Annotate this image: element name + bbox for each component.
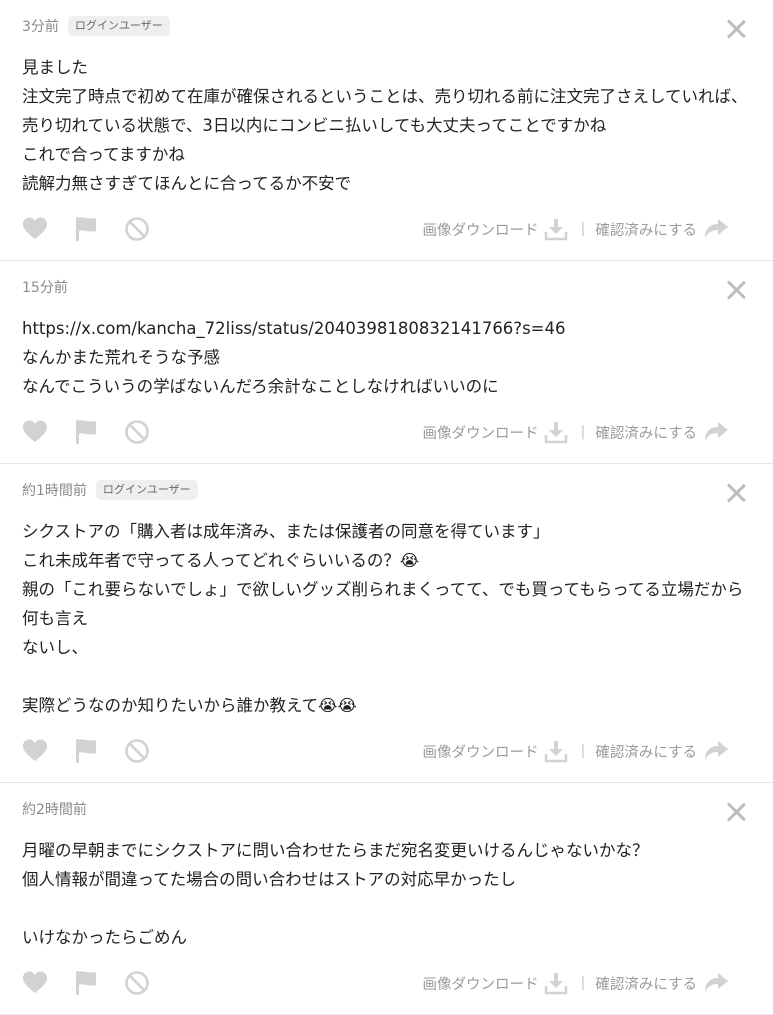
divider: |	[580, 221, 586, 237]
divider: |	[580, 424, 586, 440]
comment-text-line: 読解力無さすぎてほんとに合ってるか不安で	[22, 174, 352, 193]
mark-confirmed-link[interactable]: 確認済みにする	[595, 741, 697, 762]
comment-card: 約2時間前 月曜の早朝までにシクストアに問い合わせたらまだ宛名変更いけるんじゃな…	[0, 783, 773, 1015]
heart-icon[interactable]	[22, 970, 48, 996]
heart-icon[interactable]	[22, 419, 48, 445]
close-icon[interactable]	[725, 18, 747, 40]
comment-text-line: これで合ってますかね	[22, 145, 185, 164]
timestamp: 15分前	[22, 280, 68, 296]
comment-text-line	[22, 662, 751, 691]
download-image-link[interactable]: 画像ダウンロード	[422, 422, 538, 443]
block-icon[interactable]	[124, 419, 150, 445]
block-icon[interactable]	[124, 738, 150, 764]
comment-text-line: 売り切れている状態で、3日以内にコンビニ払いしても大丈夫ってことですかね	[22, 116, 607, 135]
close-icon[interactable]	[725, 801, 747, 823]
comment-meta: 3分前 ログインユーザー	[22, 15, 751, 37]
forward-arrow-icon[interactable]	[703, 972, 729, 994]
action-links: 画像ダウンロード | 確認済みにする	[422, 720, 729, 782]
comment-text-line	[22, 894, 751, 923]
block-icon[interactable]	[124, 970, 150, 996]
comment-text-line: 見ました	[22, 58, 88, 77]
divider: |	[580, 975, 586, 991]
timestamp: 約2時間前	[22, 802, 87, 818]
download-icon[interactable]	[544, 971, 568, 995]
flag-icon[interactable]	[73, 970, 99, 996]
action-links: 画像ダウンロード | 確認済みにする	[422, 198, 729, 260]
action-links: 画像ダウンロード | 確認済みにする	[422, 401, 729, 463]
heart-icon[interactable]	[22, 216, 48, 242]
comment-body: 月曜の早朝までにシクストアに問い合わせたらまだ宛名変更いけるんじゃないかな？ 個人…	[22, 836, 751, 952]
comment-card: 約1時間前 ログインユーザー シクストアの「購入者は成年済み、または保護者の同意…	[0, 464, 773, 783]
comment-body: https://x.com/kancha_72liss/status/20403…	[22, 314, 751, 401]
comment-meta: 約2時間前	[22, 798, 751, 820]
comment-meta: 約1時間前 ログインユーザー	[22, 479, 751, 501]
comment-card: 15分前 https://x.com/kancha_72liss/status/…	[0, 261, 773, 464]
comment-text-line: いけなかったらごめん	[22, 928, 187, 947]
comment-meta: 15分前	[22, 276, 751, 298]
comment-text-line: 親の「これ要らないでしょ」で欲しいグッズ削られまくってて、でも買ってもらってる立…	[22, 580, 744, 628]
forward-arrow-icon[interactable]	[703, 421, 729, 443]
user-badge: ログインユーザー	[95, 480, 198, 500]
timestamp: 3分前	[22, 19, 59, 35]
forward-arrow-icon[interactable]	[703, 218, 729, 240]
action-links: 画像ダウンロード | 確認済みにする	[422, 952, 729, 1014]
action-bar: 画像ダウンロード | 確認済みにする	[22, 952, 751, 1014]
download-image-link[interactable]: 画像ダウンロード	[422, 741, 538, 762]
divider: |	[580, 743, 586, 759]
comment-text-line: なんかまた荒れそうな予感	[22, 348, 220, 367]
comment-text-line: これ未成年者で守ってる人ってどれぐらいいるの？😭	[22, 551, 420, 570]
download-image-link[interactable]: 画像ダウンロード	[422, 219, 538, 240]
action-bar: 画像ダウンロード | 確認済みにする	[22, 198, 751, 260]
action-bar: 画像ダウンロード | 確認済みにする	[22, 401, 751, 463]
download-icon[interactable]	[544, 217, 568, 241]
close-icon[interactable]	[725, 482, 747, 504]
comment-body: シクストアの「購入者は成年済み、または保護者の同意を得ています」 これ未成年者で守…	[22, 517, 751, 720]
flag-icon[interactable]	[73, 216, 99, 242]
mark-confirmed-link[interactable]: 確認済みにする	[595, 219, 697, 240]
comment-text-line: 注文完了時点で初めて在庫が確保されるということは、売り切れる前に注文完了さえして…	[22, 87, 748, 106]
block-icon[interactable]	[124, 216, 150, 242]
timestamp: 約1時間前	[22, 483, 87, 499]
comment-text-line: 月曜の早朝までにシクストアに問い合わせたらまだ宛名変更いけるんじゃないかな？	[22, 841, 649, 860]
comment-body: 見ました注文完了時点で初めて在庫が確保されるということは、売り切れる前に注文完了…	[22, 53, 751, 198]
flag-icon[interactable]	[73, 419, 99, 445]
user-badge: ログインユーザー	[67, 16, 170, 36]
comment-text-line: https://x.com/kancha_72liss/status/20403…	[22, 319, 566, 338]
heart-icon[interactable]	[22, 738, 48, 764]
comment-text-line: シクストアの「購入者は成年済み、または保護者の同意を得ています」	[22, 522, 550, 541]
comment-text-line: なんでこういうの学ばないんだろ余計なことしなければいいのに	[22, 377, 499, 396]
comment-text-line: 個人情報が間違ってた場合の問い合わせはストアの対応早かったし	[22, 870, 517, 889]
mark-confirmed-link[interactable]: 確認済みにする	[595, 422, 697, 443]
action-bar: 画像ダウンロード | 確認済みにする	[22, 720, 751, 782]
flag-icon[interactable]	[73, 738, 99, 764]
forward-arrow-icon[interactable]	[703, 740, 729, 762]
comment-card: 3分前 ログインユーザー 見ました注文完了時点で初めて在庫が確保されるということ…	[0, 0, 773, 261]
comment-feed: 3分前 ログインユーザー 見ました注文完了時点で初めて在庫が確保されるということ…	[0, 0, 773, 1015]
mark-confirmed-link[interactable]: 確認済みにする	[595, 973, 697, 994]
close-icon[interactable]	[725, 279, 747, 301]
comment-text-line: 実際どうなのか知りたいから誰か教えて😭😭	[22, 696, 357, 715]
download-icon[interactable]	[544, 739, 568, 763]
download-icon[interactable]	[544, 420, 568, 444]
download-image-link[interactable]: 画像ダウンロード	[422, 973, 538, 994]
comment-text-line: ないし、	[22, 638, 88, 657]
